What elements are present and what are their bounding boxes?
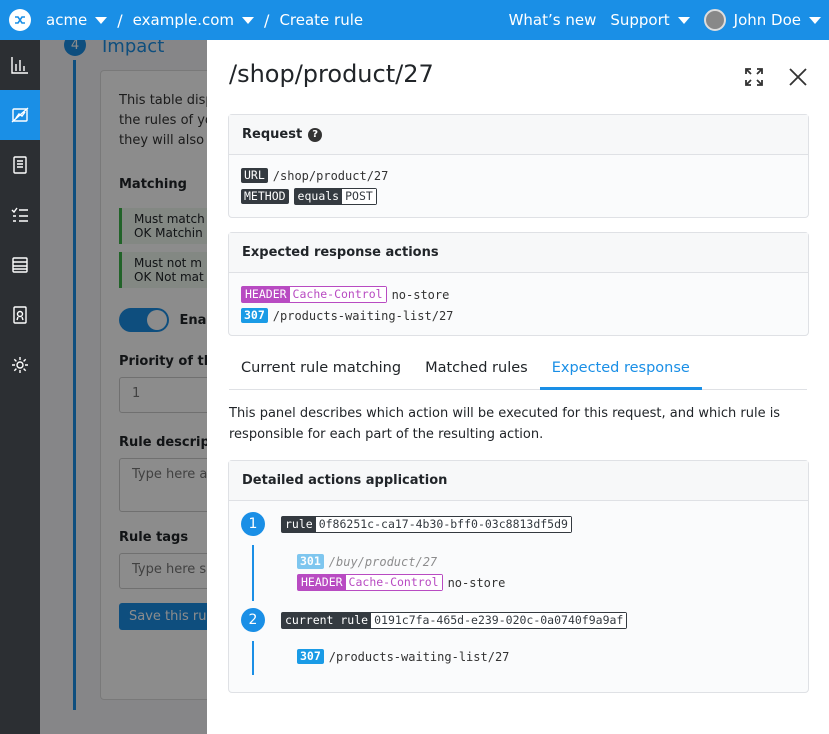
request-detail-panel: /shop/product/27 Request ? URL /shop/pro… <box>207 40 829 734</box>
support-menu[interactable]: Support <box>610 11 690 29</box>
close-button[interactable] <box>787 66 809 88</box>
sidebar-item-checklist[interactable] <box>0 190 40 240</box>
sidebar <box>0 40 40 734</box>
rule-id: 0191c7fa-465d-e239-020c-0a0740f9a9af <box>371 613 627 628</box>
header-name: Cache-Control <box>345 575 442 590</box>
panel-description: This panel describes which action will b… <box>229 406 781 442</box>
redirect-action: 307 /products-waiting-list/27 <box>241 305 796 326</box>
sidebar-item-certificates[interactable] <box>0 290 40 340</box>
step-1-actions: 301 /buy/product/27 HEADER Cache-Control… <box>297 551 505 593</box>
tab-expected-response[interactable]: Expected response <box>539 352 702 390</box>
redirect-action: 307 /products-waiting-list/27 <box>297 646 509 667</box>
step-2-badge: 2 <box>241 608 265 632</box>
status-badge: 307 <box>297 649 324 664</box>
header-action: HEADER Cache-Control no-store <box>297 572 505 593</box>
request-card: Request ? URL /shop/product/27 METHOD eq… <box>228 114 809 218</box>
document-icon <box>13 156 27 174</box>
expand-button[interactable] <box>743 66 765 88</box>
request-heading: Request <box>242 127 303 142</box>
user-menu[interactable]: John Doe <box>703 9 821 31</box>
redirect-target: /products-waiting-list/27 <box>328 649 510 664</box>
header-action: HEADER Cache-Control no-store <box>241 284 796 305</box>
header-action-tag: HEADER Cache-Control <box>241 286 387 303</box>
list-icon <box>12 257 28 273</box>
tab-matched-rules[interactable]: Matched rules <box>413 352 540 390</box>
sidebar-item-logs[interactable] <box>0 240 40 290</box>
method-operator-group: equals POST <box>293 188 377 205</box>
overridden-redirect-action: 301 /buy/product/27 <box>297 551 505 572</box>
breadcrumb: acme / example.com / Create rule <box>46 11 363 30</box>
rule-id-group: rule 0f86251c-ca17-4b30-bff0-03c8813df5d… <box>281 516 572 533</box>
panel-tabs: Current rule matching Matched rules Expe… <box>229 352 807 390</box>
rule-label: current rule <box>282 613 372 628</box>
gear-icon <box>12 357 28 373</box>
expand-icon <box>745 68 763 86</box>
url-value: /shop/product/27 <box>272 168 389 183</box>
expected-actions-header: Expected response actions <box>229 233 808 273</box>
status-badge: 301 <box>297 554 324 569</box>
whats-new-link[interactable]: What’s new <box>509 11 597 29</box>
header-value: no-store <box>447 575 506 590</box>
tab-current-rule-matching[interactable]: Current rule matching <box>229 352 413 390</box>
url-tag: URL <box>241 168 268 183</box>
sidebar-item-settings[interactable] <box>0 340 40 390</box>
checklist-icon <box>11 207 28 222</box>
close-icon <box>789 68 807 86</box>
method-value: POST <box>342 189 376 204</box>
sidebar-item-rules[interactable] <box>0 90 40 140</box>
site-name: example.com <box>132 11 235 29</box>
bar-chart-icon <box>11 57 28 74</box>
chevron-down-icon <box>677 16 690 24</box>
org-selector[interactable]: acme <box>46 11 108 29</box>
rules-icon <box>11 107 29 123</box>
request-card-header: Request ? <box>229 115 808 155</box>
redirect-target: /products-waiting-list/27 <box>272 308 454 323</box>
page-name: Create rule <box>279 11 364 29</box>
step-2-line <box>252 641 254 675</box>
breadcrumb-separator: / <box>264 10 270 30</box>
detailed-actions-header: Detailed actions application <box>229 461 808 501</box>
chevron-down-icon <box>242 16 255 24</box>
support-label: Support <box>610 11 670 29</box>
breadcrumb-separator: / <box>117 10 123 30</box>
rule-id: 0f86251c-ca17-4b30-bff0-03c8813df5d9 <box>315 517 571 532</box>
header-value: no-store <box>391 287 450 302</box>
chevron-down-icon <box>809 16 821 24</box>
certificate-icon <box>13 306 27 324</box>
top-bar: acme / example.com / Create rule What’s … <box>0 0 829 40</box>
status-badge: 307 <box>241 308 268 323</box>
chevron-down-icon <box>95 16 108 24</box>
site-selector[interactable]: example.com <box>132 11 255 29</box>
url-condition: URL /shop/product/27 <box>241 165 796 186</box>
help-icon[interactable]: ? <box>308 127 323 142</box>
org-name: acme <box>46 11 88 29</box>
header-label: HEADER <box>242 287 290 302</box>
method-condition: METHOD equals POST <box>241 186 796 207</box>
step-2-actions: 307 /products-waiting-list/27 <box>297 646 509 667</box>
user-name: John Doe <box>733 11 801 29</box>
panel-title: /shop/product/27 <box>229 60 434 88</box>
header-name: Cache-Control <box>289 287 386 302</box>
method-tag: METHOD <box>241 189 289 204</box>
detailed-actions-card: Detailed actions application 1 rule 0f86… <box>228 460 809 693</box>
avatar <box>703 9 726 31</box>
step-1-badge: 1 <box>241 512 265 536</box>
redirect-target: /buy/product/27 <box>328 554 438 569</box>
step-1-line <box>252 545 254 601</box>
sidebar-item-analytics[interactable] <box>0 40 40 90</box>
sidebar-item-documents[interactable] <box>0 140 40 190</box>
rule-label: rule <box>282 517 316 532</box>
logo-icon <box>9 9 31 31</box>
method-operator: equals <box>294 189 343 204</box>
expected-actions-card: Expected response actions HEADER Cache-C… <box>228 232 809 336</box>
step-1-rule[interactable]: rule 0f86251c-ca17-4b30-bff0-03c8813df5d… <box>281 516 572 533</box>
header-action-tag: HEADER Cache-Control <box>297 574 443 591</box>
rule-id-group: current rule 0191c7fa-465d-e239-020c-0a0… <box>281 612 628 629</box>
header-label: HEADER <box>298 575 346 590</box>
app-logo[interactable] <box>0 0 40 40</box>
step-2-rule[interactable]: current rule 0191c7fa-465d-e239-020c-0a0… <box>281 612 628 629</box>
